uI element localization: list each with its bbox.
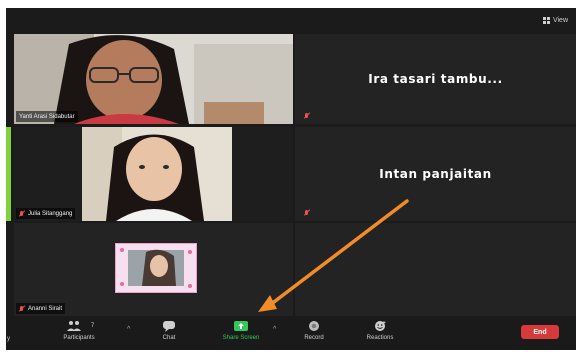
mute-mic-icon <box>304 113 310 119</box>
reactions-button[interactable]: Reactions <box>351 319 409 347</box>
view-grid-icon <box>542 16 550 24</box>
participants-label: Participants <box>63 335 95 341</box>
participant-name: Yanti Arasi Sidabutar <box>19 113 75 120</box>
chat-icon <box>161 319 177 333</box>
chat-label: Chat <box>162 335 176 341</box>
mute-mic-icon <box>19 305 25 312</box>
record-button[interactable]: Record <box>285 319 343 347</box>
participant-display-name: Intan panjaitan <box>379 167 492 181</box>
participant-name: Ananni Sirait <box>28 305 63 312</box>
participant-tile-ira[interactable]: Ira tasari tambu... <box>295 34 576 124</box>
name-tag: Ananni Sirait <box>16 303 66 314</box>
participant-name: Julia Sitanggang <box>28 210 73 217</box>
chevron-up-icon[interactable]: ^ <box>127 326 130 333</box>
participants-button[interactable]: 7 Participants <box>50 319 108 347</box>
zoom-meeting-window: View Yanti Arasi Sidabutar Ira tasari ta… <box>6 8 576 350</box>
mute-mic-icon <box>304 210 310 216</box>
participant-video-julia <box>14 127 293 221</box>
top-bar: View <box>6 8 576 32</box>
reactions-label: Reactions <box>366 335 394 341</box>
reactions-icon <box>372 319 388 333</box>
mute-mic-icon <box>19 210 25 217</box>
video-grid: Yanti Arasi Sidabutar Ira tasari tambu..… <box>6 34 576 316</box>
empty-tile <box>295 223 576 316</box>
name-tag: Julia Sitanggang <box>16 208 76 219</box>
participant-tile-julia[interactable]: Julia Sitanggang <box>14 127 293 221</box>
participant-display-name: Ira tasari tambu... <box>368 72 503 86</box>
profile-picture <box>116 244 196 292</box>
participants-count: 7 <box>90 323 95 329</box>
participant-tile-ananni[interactable]: Ananni Sirait <box>14 223 293 316</box>
toolbar-left-label: y <box>7 336 10 342</box>
record-icon <box>306 319 322 333</box>
participant-tile-intan[interactable]: Intan panjaitan <box>295 127 576 221</box>
active-speaker-indicator <box>6 127 11 221</box>
participant-tile-yanti[interactable]: Yanti Arasi Sidabutar <box>14 34 293 124</box>
record-label: Record <box>304 335 324 341</box>
share-screen-button[interactable]: Share Screen <box>212 319 270 347</box>
name-tag: Yanti Arasi Sidabutar <box>16 111 78 122</box>
view-label: View <box>552 16 568 24</box>
chevron-up-icon[interactable]: ^ <box>273 326 276 333</box>
chat-button[interactable]: Chat <box>140 319 198 347</box>
share-screen-icon <box>231 319 251 333</box>
participants-icon: 7 <box>64 319 94 333</box>
profile-picture-frame <box>115 243 197 293</box>
end-meeting-button[interactable]: End <box>521 325 559 339</box>
share-screen-label: Share Screen <box>222 335 260 341</box>
meeting-toolbar: y 7 Participants ^ Chat Share Screen ^ R… <box>6 316 576 350</box>
view-button[interactable]: View <box>542 13 568 27</box>
